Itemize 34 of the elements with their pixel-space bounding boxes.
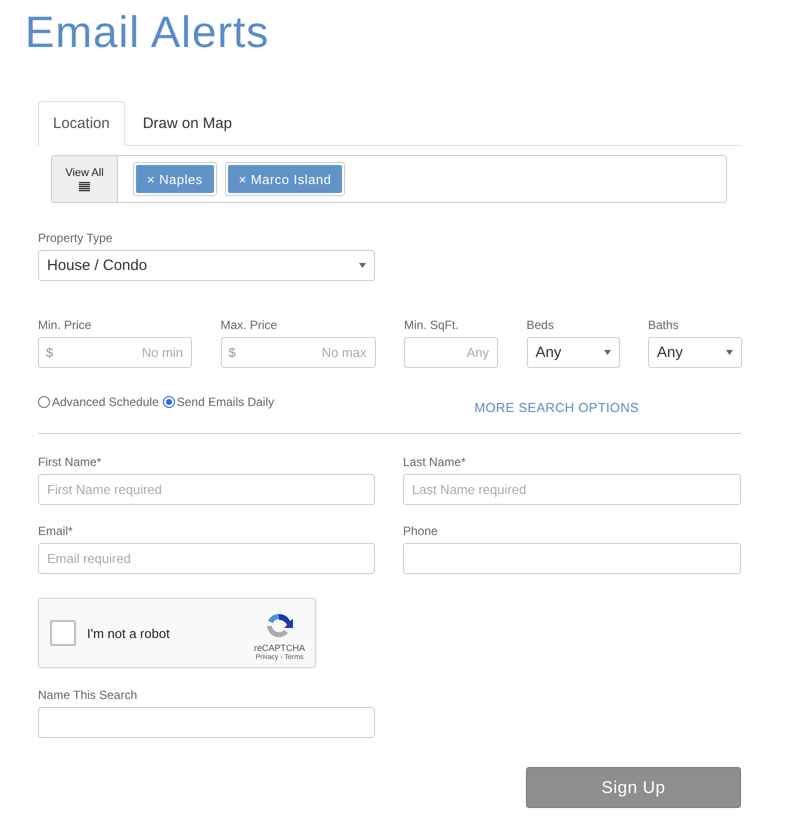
captcha-checkbox[interactable]	[50, 620, 76, 646]
select-field[interactable]: House / Condo	[38, 250, 375, 281]
field-label: Phone	[403, 524, 439, 538]
field-label: Max. Price	[220, 318, 278, 332]
input-field[interactable]	[403, 543, 741, 574]
caret-icon	[604, 350, 610, 355]
field-label: Min. SqFt.	[404, 318, 460, 332]
field-label: First Name*	[38, 455, 102, 469]
captcha-brand: reCAPTCHA	[254, 643, 305, 653]
sqft-field[interactable]: Any	[404, 337, 498, 368]
field-label: Last Name*	[403, 455, 467, 469]
field-label: Min. Price	[38, 318, 92, 332]
select-field[interactable]: Any	[526, 337, 620, 368]
input-field[interactable]: First Name required	[38, 474, 375, 505]
field-label: Property Type	[38, 231, 114, 245]
field-label: Name This Search	[38, 688, 138, 702]
currency-symbol: $	[46, 345, 54, 360]
input-field[interactable]: Last Name required	[403, 474, 741, 505]
input-field[interactable]	[38, 707, 375, 738]
captcha-label: I'm not a robot	[87, 626, 170, 640]
caret-icon	[359, 263, 366, 268]
page-title: Email Alerts	[25, 8, 270, 58]
radio-icon[interactable]	[38, 396, 50, 408]
currency-symbol: $	[228, 345, 236, 360]
field-label: Email*	[38, 524, 74, 538]
view-all-button[interactable]: View All	[52, 156, 118, 202]
tab[interactable]: Location	[38, 101, 125, 146]
field-label: Baths	[648, 318, 680, 332]
field-label: Beds	[526, 318, 555, 332]
list-icon	[79, 182, 90, 192]
radio-icon[interactable]	[162, 396, 175, 408]
caret-icon	[726, 350, 733, 355]
input-field[interactable]: Email required	[38, 543, 375, 574]
select-field[interactable]: Any	[648, 337, 742, 368]
